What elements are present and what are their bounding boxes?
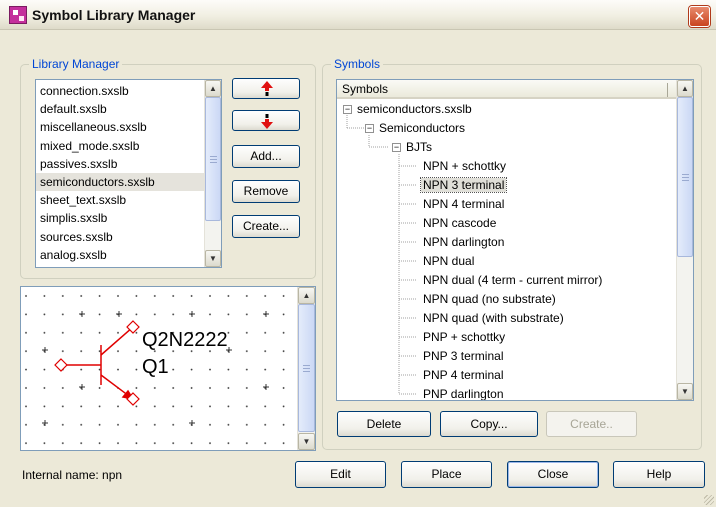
library-list-item[interactable]: analog.sxslb <box>36 246 204 264</box>
library-list-scrollbar[interactable]: ▲ ▼ <box>204 80 221 267</box>
title-bar[interactable]: Symbol Library Manager ✕ <box>0 0 716 30</box>
collapse-icon[interactable]: − <box>392 143 401 152</box>
tree-node-category[interactable]: Semiconductors <box>377 119 467 138</box>
tree-node-symbol[interactable]: PNP darlington <box>421 385 506 400</box>
tree-node-symbol[interactable]: NPN dual <box>421 252 476 271</box>
close-button[interactable]: Close <box>507 461 599 488</box>
library-list-item[interactable]: simplis.sxslb <box>36 209 204 227</box>
help-button[interactable]: Help <box>613 461 705 488</box>
tree-node-symbol[interactable]: PNP 4 terminal <box>421 366 505 385</box>
red-up-arrow-icon <box>261 81 273 96</box>
ref-designator-label: Q1 <box>142 356 169 378</box>
place-button[interactable]: Place <box>401 461 492 488</box>
library-manager-legend: Library Manager <box>29 57 123 71</box>
tree-node-symbol[interactable]: NPN darlington <box>421 233 506 252</box>
copy-symbol-button[interactable]: Copy... <box>440 411 538 437</box>
symbols-legend: Symbols <box>331 57 384 71</box>
tree-node-symbol[interactable]: NPN quad (with substrate) <box>421 309 566 328</box>
library-list[interactable]: connection.sxslb default.sxslb miscellaneo… <box>35 79 222 268</box>
tree-node-symbol[interactable]: NPN + schottky <box>421 157 508 176</box>
library-list-item[interactable]: sheet_text.sxslb <box>36 191 204 209</box>
scroll-down-icon[interactable]: ▼ <box>677 383 693 400</box>
preview-scroll-thumb[interactable] <box>298 304 315 432</box>
symbols-scrollbar[interactable]: ▲ ▼ <box>676 80 693 400</box>
symbol-preview: Q2N2222 Q1 ▲ ▼ <box>20 286 316 451</box>
scroll-down-icon[interactable]: ▼ <box>205 250 221 267</box>
symbols-column-header[interactable]: Symbols <box>337 80 676 99</box>
resize-grip-icon[interactable] <box>704 495 714 505</box>
tree-node-symbol-label: NPN quad (no substrate) <box>423 292 556 306</box>
tree-connector-lines <box>346 109 417 395</box>
tree-node-group[interactable]: BJTs <box>404 138 434 157</box>
create-symbol-label: Create.. <box>570 417 613 431</box>
symbols-scroll-thumb[interactable] <box>677 97 693 257</box>
edit-label: Edit <box>330 467 351 481</box>
collapse-icon[interactable]: − <box>343 105 352 114</box>
tree-node-symbol-label: NPN quad (with substrate) <box>423 311 564 325</box>
tree-node-symbol[interactable]: NPN 3 terminal <box>419 176 508 195</box>
collapse-icon[interactable]: − <box>365 124 374 133</box>
library-list-item[interactable]: mixed_mode.sxslb <box>36 137 204 155</box>
tree-node-symbol[interactable]: NPN cascode <box>421 214 498 233</box>
scroll-up-icon[interactable]: ▲ <box>205 80 221 97</box>
library-list-item[interactable]: sources.sxslb <box>36 228 204 246</box>
tree-node-symbol[interactable]: NPN quad (no substrate) <box>421 290 558 309</box>
tree-node-symbol-label: NPN 3 terminal <box>419 177 508 193</box>
tree-node-library[interactable]: semiconductors.sxslb <box>355 100 474 119</box>
window-title: Symbol Library Manager <box>32 7 196 23</box>
move-up-button[interactable] <box>232 78 300 99</box>
tree-node-category-label: Semiconductors <box>379 121 466 135</box>
tree-node-group-label: BJTs <box>406 140 433 154</box>
tree-node-symbol-label: NPN cascode <box>423 216 497 230</box>
tree-node-symbol[interactable]: NPN 4 terminal <box>421 195 506 214</box>
schematic-preview-canvas: Q2N2222 Q1 <box>21 287 297 450</box>
tree-node-symbol-label: PNP 3 terminal <box>423 349 504 363</box>
copy-label: Copy... <box>470 417 508 431</box>
close-label: Close <box>537 467 569 481</box>
scroll-up-icon[interactable]: ▲ <box>298 287 315 304</box>
create-symbol-button[interactable]: Create.. <box>546 411 637 437</box>
close-window-button[interactable]: ✕ <box>689 6 710 27</box>
tree-node-symbol-label: NPN darlington <box>423 235 505 249</box>
preview-scrollbar[interactable]: ▲ ▼ <box>297 287 315 450</box>
add-library-button[interactable]: Add... <box>232 145 300 168</box>
tree-node-symbol-label: PNP + schottky <box>423 330 506 344</box>
part-name-label: Q2N2222 <box>142 329 228 351</box>
tree-node-symbol[interactable]: PNP 3 terminal <box>421 347 505 366</box>
symbols-tree[interactable]: Symbols − semiconductors.sxslb − Semiconduc… <box>336 79 694 401</box>
library-list-item[interactable]: connection.sxslb <box>36 82 204 100</box>
tree-node-symbol-label: NPN + schottky <box>423 159 507 173</box>
tree-node-symbol[interactable]: NPN dual (4 term - current mirror) <box>421 271 604 290</box>
library-list-scroll-thumb[interactable] <box>205 97 221 221</box>
internal-name-label: Internal name: npn <box>22 468 123 482</box>
tree-node-library-label: semiconductors.sxslb <box>357 102 472 116</box>
symbols-tree-body[interactable]: − semiconductors.sxslb − Semiconductors − BJT… <box>337 100 676 400</box>
scroll-down-icon[interactable]: ▼ <box>298 433 315 450</box>
library-list-item[interactable]: passives.sxslb <box>36 155 204 173</box>
tree-node-symbol-label: PNP darlington <box>423 387 504 400</box>
scroll-up-icon[interactable]: ▲ <box>677 80 693 97</box>
create-library-button[interactable]: Create... <box>232 215 300 238</box>
move-down-button[interactable] <box>232 110 300 131</box>
place-label: Place <box>431 467 462 481</box>
delete-label: Delete <box>366 417 402 431</box>
tree-node-symbol-label: NPN dual <box>423 254 475 268</box>
red-down-arrow-icon <box>261 114 273 129</box>
tree-node-symbol-label: NPN dual (4 term - current mirror) <box>423 273 603 287</box>
help-label: Help <box>646 467 672 481</box>
delete-symbol-button[interactable]: Delete <box>337 411 431 437</box>
edit-button[interactable]: Edit <box>295 461 386 488</box>
tree-node-symbol-label: PNP 4 terminal <box>423 368 504 382</box>
tree-node-symbol-label: NPN 4 terminal <box>423 197 505 211</box>
library-list-item[interactable]: default.sxslb <box>36 100 204 118</box>
remove-library-button[interactable]: Remove <box>232 180 300 203</box>
library-list-item[interactable]: miscellaneous.sxslb <box>36 118 204 136</box>
tree-node-symbol[interactable]: PNP + schottky <box>421 328 507 347</box>
symbol-library-icon <box>9 6 27 24</box>
library-list-item[interactable]: semiconductors.sxslb <box>36 172 204 192</box>
